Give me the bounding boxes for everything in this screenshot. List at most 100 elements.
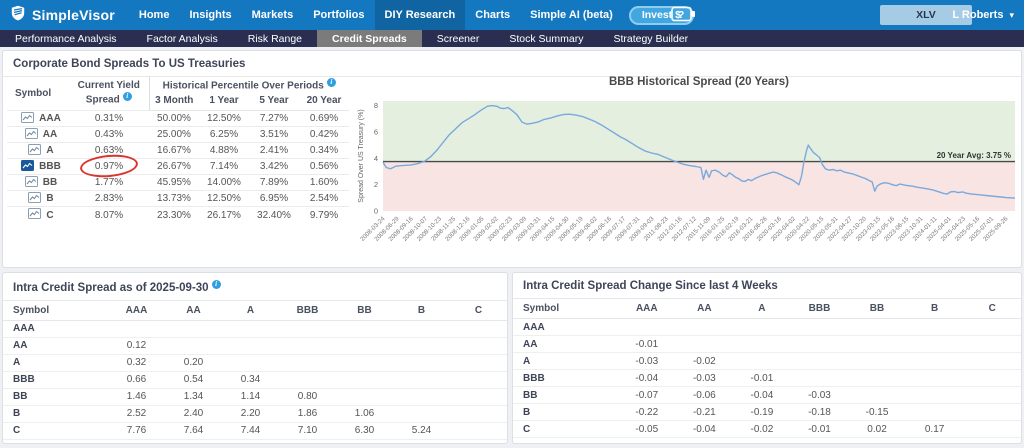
sub-nav-item-performance-analysis[interactable]: Performance Analysis — [0, 30, 132, 47]
sub-nav-item-stock-summary[interactable]: Stock Summary — [494, 30, 598, 47]
matrix-value: -0.04 — [618, 370, 676, 387]
matrix-value — [393, 405, 450, 422]
matrix-value — [165, 337, 222, 354]
matrix-value — [906, 404, 964, 421]
table-row-bbb: BBB-0.04-0.03-0.01 — [513, 370, 1021, 387]
top-nav-item-charts[interactable]: Charts — [465, 0, 520, 30]
info-icon[interactable]: i — [327, 78, 336, 87]
user-name: L Roberts — [952, 9, 1003, 21]
matrix-value — [906, 370, 964, 387]
matrix-value: -0.04 — [733, 387, 791, 404]
top-nav-items: HomeInsightsMarketsPortfoliosDIY Researc… — [129, 0, 623, 30]
matrix-value — [791, 336, 849, 353]
current-yield-value: 0.97% — [95, 161, 123, 172]
matrix-value: -0.18 — [791, 404, 849, 421]
symbol-label: BB — [43, 177, 57, 188]
matrix-value — [450, 337, 507, 354]
top-nav-item-diy-research[interactable]: DIY Research — [375, 0, 466, 30]
matrix-value — [963, 421, 1021, 438]
line-chart-icon[interactable] — [25, 128, 38, 142]
intra-change-table: SymbolAAAAAABBBBBBCAAAAA-0.01A-0.03-0.02… — [513, 298, 1021, 438]
col-header-a: A — [733, 299, 791, 319]
matrix-value: 6.30 — [336, 422, 393, 439]
matrix-value: -0.22 — [618, 404, 676, 421]
sub-nav-item-screener[interactable]: Screener — [422, 30, 495, 47]
matrix-value — [393, 354, 450, 371]
sub-nav-bar: Performance AnalysisFactor AnalysisRisk … — [0, 30, 1024, 47]
matrix-value: -0.02 — [733, 421, 791, 438]
matrix-value — [336, 354, 393, 371]
current-yield-value: 0.31% — [95, 113, 123, 124]
spread-row-aa: AA0.43%25.00%6.25%3.51%0.42% — [7, 127, 349, 143]
percentile-value: 0.34% — [299, 143, 349, 159]
matrix-value — [618, 319, 676, 336]
col-header-bb: BB — [848, 299, 906, 319]
table-row-aa: AA-0.01 — [513, 336, 1021, 353]
matrix-value: 2.40 — [165, 405, 222, 422]
spreads-table-wrap: SymbolCurrent YieldSpreadiHistorical Per… — [3, 76, 351, 223]
col-header-1-year: 1 Year — [199, 93, 249, 111]
matrix-value — [165, 320, 222, 337]
matrix-value: 7.10 — [279, 422, 336, 439]
matrix-value — [848, 319, 906, 336]
spreads-panel: Corporate Bond Spreads To US Treasuries … — [2, 50, 1022, 268]
intra-change-title-text: Intra Credit Spread Change Since last 4 … — [523, 280, 778, 292]
matrix-value: -0.05 — [618, 421, 676, 438]
matrix-value — [450, 388, 507, 405]
top-nav-item-simple-ai-beta[interactable]: Simple AI (beta) — [520, 0, 623, 30]
row-symbol: C — [513, 421, 618, 438]
top-nav-item-home[interactable]: Home — [129, 0, 180, 30]
sub-nav-item-risk-range[interactable]: Risk Range — [233, 30, 317, 47]
help-video-icon[interactable]: ? — [668, 5, 698, 29]
matrix-value: 7.76 — [108, 422, 165, 439]
line-chart-icon[interactable] — [28, 208, 41, 222]
top-nav-item-insights[interactable]: Insights — [179, 0, 241, 30]
col-header-historical-percentile: Historical Percentile Over Periodsi — [149, 76, 349, 93]
matrix-value: -0.01 — [791, 421, 849, 438]
svg-text:?: ? — [678, 10, 684, 21]
row-symbol: C — [3, 422, 108, 439]
matrix-value — [848, 336, 906, 353]
brand-name: SimpleVisor — [32, 7, 115, 23]
top-nav-item-portfolios[interactable]: Portfolios — [303, 0, 374, 30]
chart-title: BBB Historical Spread (20 Years) — [609, 76, 789, 88]
col-header-a: A — [222, 300, 279, 320]
matrix-value — [963, 336, 1021, 353]
brand[interactable]: SimpleVisor — [0, 5, 129, 26]
current-yield-value: 0.43% — [95, 129, 123, 140]
sub-nav-item-factor-analysis[interactable]: Factor Analysis — [132, 30, 233, 47]
line-chart-icon[interactable] — [21, 112, 34, 126]
row-symbol: BB — [3, 388, 108, 405]
matrix-value — [848, 370, 906, 387]
sub-nav-item-credit-spreads[interactable]: Credit Spreads — [317, 30, 422, 47]
percentile-value: 13.73% — [149, 191, 199, 207]
row-symbol: BBB — [513, 370, 618, 387]
info-icon[interactable]: i — [212, 280, 221, 289]
matrix-value: 0.20 — [165, 354, 222, 371]
y-axis-label: Spread Over US Treasury (%) — [358, 109, 365, 202]
line-chart-icon[interactable] — [28, 144, 41, 158]
current-yield-value: 1.77% — [95, 177, 123, 188]
user-menu[interactable]: L Roberts ▾ — [952, 0, 1014, 30]
row-symbol: B — [3, 405, 108, 422]
table-row-bbb: BBB0.660.540.34 — [3, 371, 507, 388]
spread-row-c: C8.07%23.30%26.17%32.40%9.79% — [7, 207, 349, 223]
info-icon[interactable]: i — [123, 92, 132, 101]
matrix-value: 0.54 — [165, 371, 222, 388]
sub-nav-item-strategy-builder[interactable]: Strategy Builder — [598, 30, 703, 47]
matrix-value — [336, 371, 393, 388]
line-chart-icon[interactable] — [21, 160, 34, 174]
col-header-aaa: AAA — [618, 299, 676, 319]
matrix-value — [791, 370, 849, 387]
col-header-aa: AA — [165, 300, 222, 320]
matrix-value: 0.34 — [222, 371, 279, 388]
matrix-value: 2.52 — [108, 405, 165, 422]
line-chart-icon[interactable] — [28, 192, 41, 206]
matrix-value — [906, 353, 964, 370]
top-nav-item-markets[interactable]: Markets — [242, 0, 304, 30]
symbol-label: BBB — [39, 161, 61, 172]
line-chart-icon[interactable] — [25, 176, 38, 190]
row-symbol: A — [513, 353, 618, 370]
col-header-bbb: BBB — [279, 300, 336, 320]
matrix-value — [450, 371, 507, 388]
